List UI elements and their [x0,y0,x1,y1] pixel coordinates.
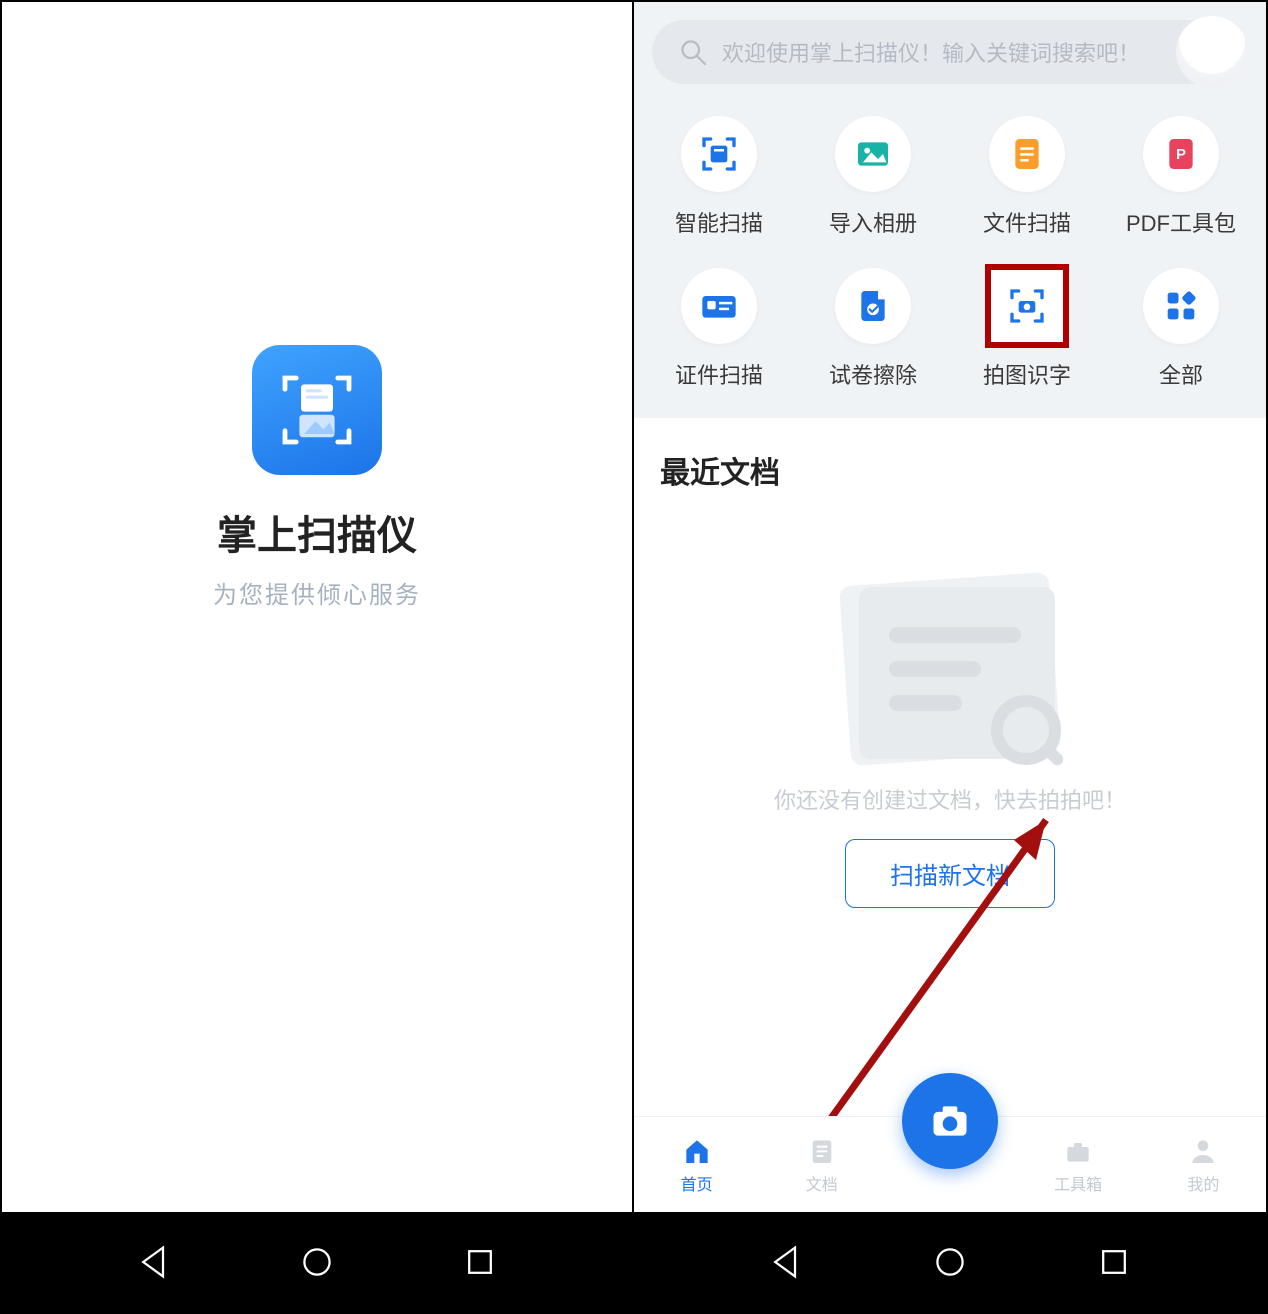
home-icon [681,1135,713,1167]
grid-label: 智能扫描 [675,206,763,238]
splash-center: 掌上扫描仪 为您提供倾心服务 [2,2,632,1082]
phone-home: 欢迎使用掌上扫描仪！输入关键词搜索吧！ 智能扫描 [634,0,1268,1314]
all-apps-icon [1143,268,1219,344]
tab-tools[interactable]: 工具箱 [1033,1135,1123,1195]
tab-profile[interactable]: 我的 [1158,1135,1248,1195]
search-icon [678,37,708,67]
search-placeholder: 欢迎使用掌上扫描仪！输入关键词搜索吧！ [722,36,1140,68]
app-subtitle: 为您提供倾心服务 [213,575,421,610]
ocr-icon [989,268,1065,344]
android-softkeys [2,1212,632,1312]
svg-text:P: P [1176,146,1186,163]
recent-softkey[interactable] [462,1244,498,1280]
grid-label: PDF工具包 [1126,206,1236,238]
empty-text: 你还没有创建过文档，快去拍拍吧！ [774,783,1126,815]
feature-grid: 智能扫描 导入相册 [634,106,1266,418]
android-softkeys [634,1212,1266,1312]
tab-label: 文档 [806,1171,838,1195]
grid-label: 试卷擦除 [829,358,917,390]
tab-docs[interactable]: 文档 [777,1135,867,1195]
grid-label: 拍图识字 [983,358,1071,390]
grid-eraser[interactable]: 试卷擦除 [796,268,950,390]
phone-splash: 掌上扫描仪 为您提供倾心服务 [0,0,634,1314]
bottom-tabbar: 首页 文档 工具箱 [634,1116,1266,1212]
smart-scan-icon [681,116,757,192]
empty-docs-icon [845,579,1055,759]
app-title: 掌上扫描仪 [217,503,417,561]
grid-all[interactable]: 全部 [1104,268,1258,390]
splash-content: 掌上扫描仪 为您提供倾心服务 [2,2,632,1212]
profile-icon [1187,1135,1219,1167]
back-softkey[interactable] [768,1244,804,1280]
docs-icon [806,1135,838,1167]
grid-label: 全部 [1159,358,1203,390]
scan-new-button[interactable]: 扫描新文档 [845,839,1055,908]
id-scan-icon [681,268,757,344]
home-softkey[interactable] [932,1244,968,1280]
tab-label: 首页 [681,1171,713,1195]
grid-id-scan[interactable]: 证件扫描 [642,268,796,390]
grid-label: 文件扫描 [983,206,1071,238]
grid-file-scan[interactable]: 文件扫描 [950,116,1104,238]
search-bar[interactable]: 欢迎使用掌上扫描仪！输入关键词搜索吧！ [652,20,1248,84]
recent-docs-title: 最近文档 [634,418,1266,500]
home-content: 欢迎使用掌上扫描仪！输入关键词搜索吧！ 智能扫描 [634,2,1266,1212]
import-album-icon [835,116,911,192]
grid-smart-scan[interactable]: 智能扫描 [642,116,796,238]
tab-label: 我的 [1187,1171,1219,1195]
grid-label: 导入相册 [829,206,917,238]
toolbox-icon [1062,1135,1094,1167]
app-logo-icon [252,345,382,475]
tab-label: 工具箱 [1054,1171,1102,1195]
home-softkey[interactable] [299,1244,335,1280]
pdf-tools-icon: P [1143,116,1219,192]
empty-state: 你还没有创建过文档，快去拍拍吧！ 扫描新文档 [634,500,1266,1116]
file-scan-icon [989,116,1065,192]
camera-icon [928,1099,972,1143]
back-softkey[interactable] [136,1244,172,1280]
grid-pdf-tools[interactable]: P PDF工具包 [1104,116,1258,238]
grid-label: 证件扫描 [675,358,763,390]
camera-fab[interactable] [902,1073,998,1169]
eraser-icon [835,268,911,344]
tab-home[interactable]: 首页 [652,1135,742,1195]
grid-ocr[interactable]: 拍图识字 [950,268,1104,390]
recent-softkey[interactable] [1096,1244,1132,1280]
header-area: 欢迎使用掌上扫描仪！输入关键词搜索吧！ [634,2,1266,106]
avatar[interactable] [1176,16,1248,88]
grid-import-album[interactable]: 导入相册 [796,116,950,238]
